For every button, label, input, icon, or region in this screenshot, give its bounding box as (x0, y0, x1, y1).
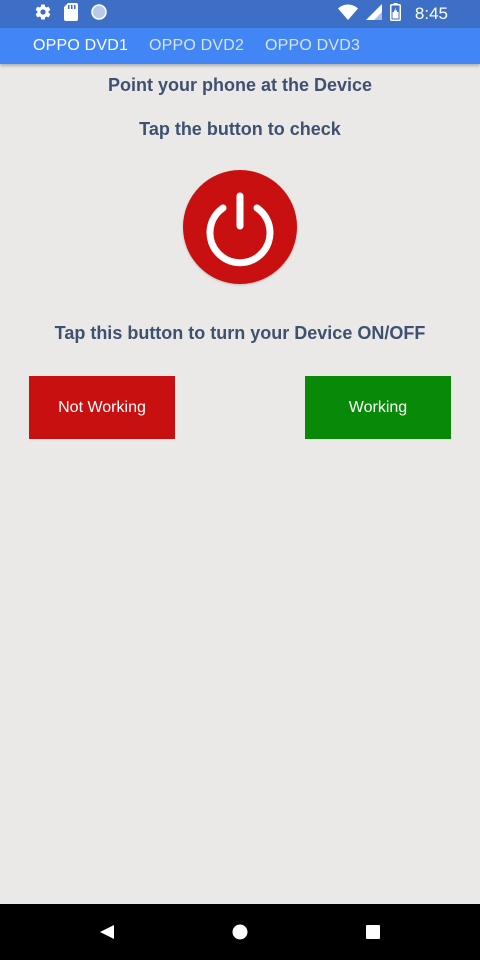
back-icon[interactable] (99, 924, 115, 945)
tab-oppo-dvd3[interactable]: OPPO DVD3 (265, 28, 360, 64)
tab-oppo-dvd2[interactable]: OPPO DVD2 (149, 28, 244, 64)
clock: 8:45 (414, 4, 448, 23)
wifi-icon (337, 4, 358, 25)
point-phone-instruction: Point your phone at the Device (107, 75, 373, 95)
gear-icon (34, 3, 52, 26)
tap-check-instruction: Tap the button to check (139, 119, 341, 139)
power-button[interactable] (183, 170, 297, 284)
circle-icon (90, 3, 108, 26)
status-right-icons: 8:45 (337, 2, 448, 26)
navigation-bar (0, 904, 480, 960)
sd-card-icon (64, 2, 78, 26)
signal-icon (365, 3, 382, 25)
tab-oppo-dvd1[interactable]: OPPO DVD1 (33, 28, 128, 64)
device-tab-bar: OPPO DVD1 OPPO DVD2 OPPO DVD3 (0, 28, 480, 64)
not-working-button[interactable]: Not Working (29, 376, 175, 439)
status-bar: 8:45 (0, 0, 480, 28)
battery-icon (389, 2, 401, 26)
home-icon[interactable] (232, 924, 248, 945)
toggle-instruction: Tap this button to turn your Device ON/O… (54, 323, 426, 343)
status-left-icons (34, 2, 108, 26)
working-button[interactable]: Working (305, 376, 451, 439)
recents-icon[interactable] (366, 925, 380, 944)
power-icon (206, 192, 274, 267)
